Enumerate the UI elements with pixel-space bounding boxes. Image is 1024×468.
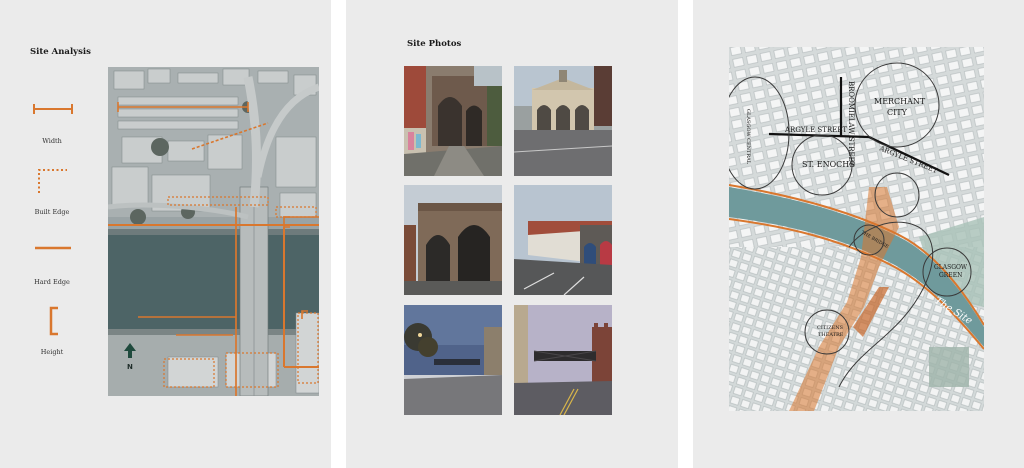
riverside-walkway-dusk-photo	[404, 305, 502, 415]
citizens-theatre-label-1: CITIZENS	[817, 325, 844, 331]
legend-built-edge-label: Built Edge	[34, 208, 70, 216]
glasgow-green-label-2: GREEN	[939, 272, 962, 279]
height-bracket-icon	[49, 306, 58, 336]
context-map-graphic: GLASGOW CENTRAL BROOMIELAW STREET MERCHA…	[729, 47, 984, 411]
merchant-city-label-2: CITY	[887, 108, 908, 117]
site-photos-panel: Site Photos	[346, 0, 678, 468]
brick-arches-street-photo	[514, 185, 612, 295]
site-analysis-title: Site Analysis	[30, 47, 91, 57]
site-analysis-panel: Site Analysis Width Built Edge Hard Edge…	[0, 0, 331, 468]
legend-width-label: Width	[42, 137, 62, 145]
st-enochs-label: ST. ENOCHS	[802, 160, 855, 169]
glasgow-central-label: GLASGOW CENTRAL	[745, 109, 751, 165]
built-edge-dotted-icon	[38, 169, 67, 193]
width-line-icon	[33, 104, 73, 114]
legend-hard-edge-label: Hard Edge	[34, 278, 70, 286]
broomielaw-street-label: BROOMIELAW STREET	[847, 81, 855, 167]
context-map: GLASGOW CENTRAL BROOMIELAW STREET MERCHA…	[729, 47, 984, 411]
aerial-overlay-graphic: N	[108, 67, 319, 396]
merchant-city-label-1: MERCHANT	[874, 97, 926, 106]
citizens-theatre-label-2: THEATRE	[818, 332, 844, 338]
glasgow-green-label-1: GLASGOW	[934, 264, 968, 271]
argyle-street-label-a: ARGYLE STREET	[784, 126, 847, 134]
stone-pavilion-photo	[514, 66, 612, 176]
site-photos-title: Site Photos	[407, 39, 462, 49]
railway-arch-alley-photo	[404, 66, 502, 176]
aerial-site-photo: N	[108, 67, 319, 396]
arched-viaduct-photo	[404, 185, 502, 295]
legend-height-label: Height	[40, 348, 64, 356]
north-label: N	[127, 363, 133, 371]
rail-bridge-street-photo	[514, 305, 612, 415]
hard-edge-line-icon	[35, 246, 71, 250]
